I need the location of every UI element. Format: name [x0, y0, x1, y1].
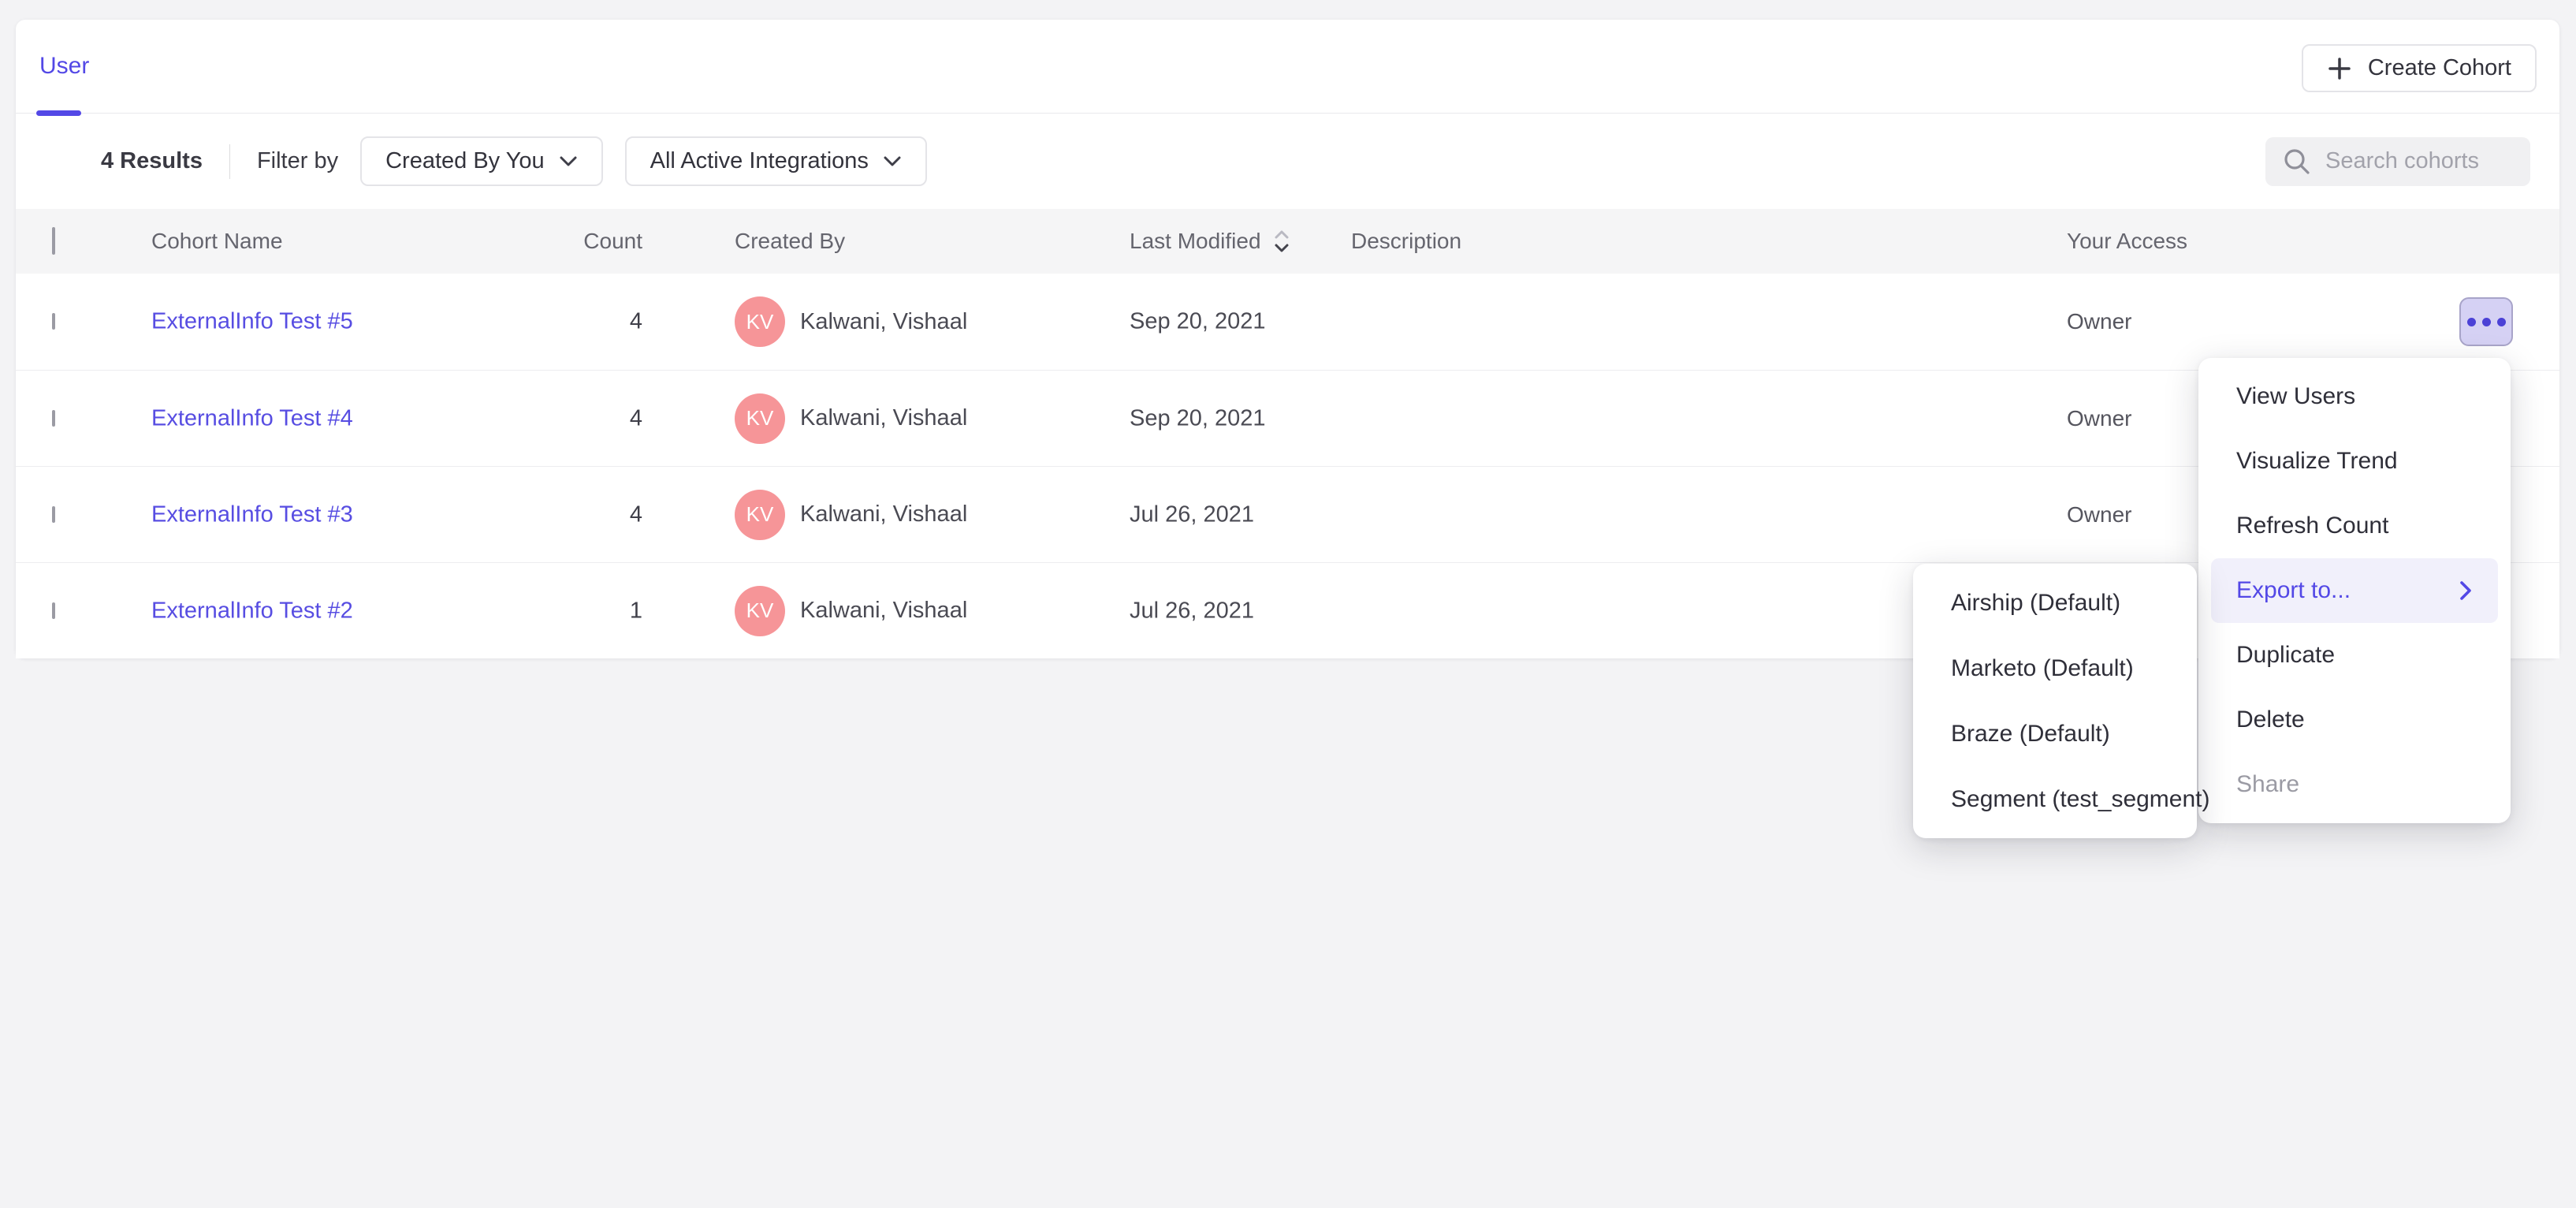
ellipsis-icon — [2467, 318, 2476, 326]
row-checkbox[interactable] — [52, 410, 55, 427]
last-modified-cell: Jul 26, 2021 — [1130, 598, 1254, 624]
menu-item-visualize-trend[interactable]: Visualize Trend — [2211, 429, 2498, 494]
create-cohort-label: Create Cohort — [2368, 55, 2511, 81]
search-input[interactable] — [2325, 148, 2515, 174]
toolbar: 4 Results Filter by Created By You All A… — [16, 114, 2559, 209]
filter-by-label: Filter by — [257, 148, 338, 174]
created-by-cell: Kalwani, Vishaal — [800, 501, 967, 528]
menu-item-delete[interactable]: Delete — [2211, 688, 2498, 752]
toolbar-divider — [229, 144, 230, 179]
count-cell: 1 — [485, 598, 642, 624]
menu-item-share: Share — [2211, 752, 2498, 817]
avatar: KV — [735, 490, 785, 540]
table-header-row: Cohort Name Count Created By Last Modifi… — [16, 209, 2559, 274]
access-cell: Owner — [2067, 502, 2131, 528]
menu-item-export-to[interactable]: Export to... — [2211, 558, 2498, 623]
plus-icon — [2327, 56, 2352, 81]
tab-user[interactable]: User — [36, 20, 92, 113]
last-modified-label: Last Modified — [1130, 229, 1261, 254]
cohort-name-link[interactable]: ExternalInfo Test #3 — [151, 501, 353, 528]
row-checkbox[interactable] — [52, 506, 55, 523]
cohort-name-link[interactable]: ExternalInfo Test #5 — [151, 309, 353, 335]
created-by-filter-label: Created By You — [385, 148, 545, 174]
integrations-filter-label: All Active Integrations — [650, 148, 869, 174]
table-row: ExternalInfo Test #5 4 KV Kalwani, Visha… — [16, 274, 2559, 370]
search-box[interactable] — [2265, 137, 2530, 186]
column-header-created-by: Created By — [735, 229, 845, 254]
chevron-down-icon — [883, 155, 902, 168]
chevron-down-icon — [559, 155, 578, 168]
avatar: KV — [735, 586, 785, 636]
chevron-right-icon — [2459, 580, 2473, 601]
avatar: KV — [735, 296, 785, 347]
table-row: ExternalInfo Test #3 4 KV Kalwani, Visha… — [16, 466, 2559, 562]
created-by-filter-dropdown[interactable]: Created By You — [360, 136, 603, 186]
menu-item-duplicate[interactable]: Duplicate — [2211, 623, 2498, 688]
count-cell: 4 — [485, 501, 642, 528]
menu-item-refresh-count[interactable]: Refresh Count — [2211, 494, 2498, 558]
created-by-cell: Kalwani, Vishaal — [800, 598, 967, 624]
row-checkbox[interactable] — [52, 313, 55, 330]
sort-icon — [1272, 228, 1291, 255]
cohorts-card: User Create Cohort 4 Results Filter by C… — [16, 20, 2559, 658]
cohort-name-link[interactable]: ExternalInfo Test #2 — [151, 598, 353, 624]
column-header-last-modified[interactable]: Last Modified — [1130, 228, 1291, 255]
created-by-cell: Kalwani, Vishaal — [800, 405, 967, 431]
count-cell: 4 — [485, 405, 642, 431]
count-cell: 4 — [485, 309, 642, 335]
column-header-your-access: Your Access — [2067, 229, 2187, 254]
menu-item-view-users[interactable]: View Users — [2211, 364, 2498, 429]
row-checkbox[interactable] — [52, 602, 55, 619]
last-modified-cell: Jul 26, 2021 — [1130, 501, 1254, 528]
submenu-item-segment[interactable]: Segment (test_segment) — [1926, 766, 2184, 832]
create-cohort-button[interactable]: Create Cohort — [2302, 44, 2537, 92]
integrations-filter-dropdown[interactable]: All Active Integrations — [625, 136, 927, 186]
created-by-cell: Kalwani, Vishaal — [800, 309, 967, 335]
table-row: ExternalInfo Test #4 4 KV Kalwani, Visha… — [16, 370, 2559, 466]
column-header-cohort-name: Cohort Name — [151, 229, 283, 254]
export-submenu: Airship (Default) Marketo (Default) Braz… — [1913, 564, 2197, 838]
row-actions-button[interactable] — [2459, 297, 2513, 346]
submenu-item-marketo[interactable]: Marketo (Default) — [1926, 636, 2184, 701]
column-header-description: Description — [1351, 229, 1461, 254]
access-cell: Owner — [2067, 309, 2131, 334]
column-header-count: Count — [485, 229, 642, 254]
search-icon — [2281, 146, 2313, 177]
results-count: 4 Results — [101, 148, 203, 174]
tab-user-label: User — [39, 53, 89, 80]
access-cell: Owner — [2067, 406, 2131, 431]
avatar: KV — [735, 393, 785, 444]
submenu-item-airship[interactable]: Airship (Default) — [1926, 570, 2184, 636]
last-modified-cell: Sep 20, 2021 — [1130, 309, 1266, 335]
submenu-item-braze[interactable]: Braze (Default) — [1926, 701, 2184, 766]
cohort-name-link[interactable]: ExternalInfo Test #4 — [151, 405, 353, 431]
row-actions-menu: View Users Visualize Trend Refresh Count… — [2198, 358, 2511, 823]
last-modified-cell: Sep 20, 2021 — [1130, 405, 1266, 431]
tab-bar: User Create Cohort — [16, 20, 2559, 114]
select-all-checkbox[interactable] — [52, 227, 55, 255]
